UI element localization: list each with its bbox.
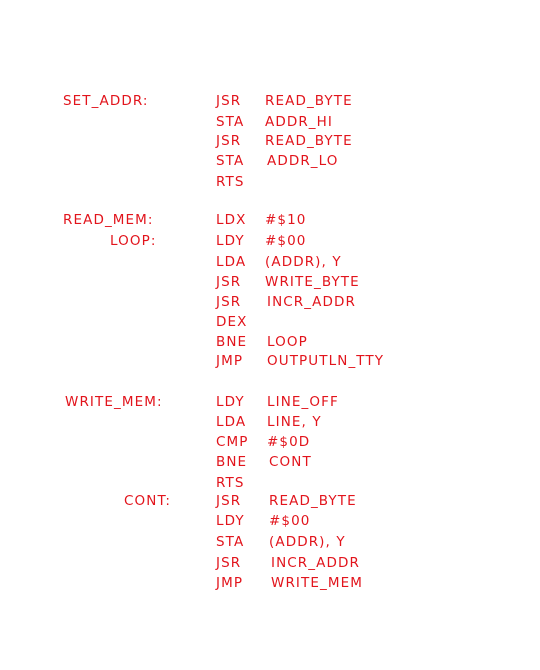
opcode: JSR bbox=[216, 493, 242, 509]
label-read-mem: READ_MEM: bbox=[63, 212, 154, 228]
operand: #$0D bbox=[267, 434, 311, 450]
operand: (ADDR), Y bbox=[269, 534, 346, 550]
label-set-addr: SET_ADDR: bbox=[63, 93, 149, 109]
operand: LOOP bbox=[267, 334, 308, 350]
operand: READ_BYTE bbox=[269, 493, 357, 509]
opcode: LDA bbox=[216, 414, 247, 430]
opcode: BNE bbox=[216, 334, 248, 350]
opcode: JSR bbox=[216, 294, 242, 310]
operand: OUTPUTLN_TTY bbox=[267, 353, 385, 369]
opcode: STA bbox=[216, 534, 245, 550]
opcode: LDY bbox=[216, 513, 245, 529]
operand: #$00 bbox=[265, 233, 307, 249]
opcode: CMP bbox=[216, 434, 249, 450]
opcode: BNE bbox=[216, 454, 248, 470]
opcode: JSR bbox=[216, 133, 242, 149]
handwritten-page: SET_ADDR: JSR READ_BYTE STA ADDR_HI JSR … bbox=[0, 0, 540, 670]
opcode: JSR bbox=[216, 555, 242, 571]
opcode: JMP bbox=[216, 575, 244, 591]
opcode: DEX bbox=[216, 314, 248, 330]
operand: CONT bbox=[269, 454, 312, 470]
operand: WRITE_BYTE bbox=[265, 274, 360, 290]
operand: #$00 bbox=[269, 513, 311, 529]
operand: #$10 bbox=[265, 212, 307, 228]
opcode: STA bbox=[216, 114, 245, 130]
opcode: JSR bbox=[216, 93, 242, 109]
opcode: RTS bbox=[216, 174, 245, 190]
opcode: LDX bbox=[216, 212, 247, 228]
opcode: RTS bbox=[216, 475, 245, 491]
operand: ADDR_LO bbox=[267, 153, 339, 169]
label-write-mem: WRITE_MEM: bbox=[65, 394, 163, 410]
operand: LINE_OFF bbox=[267, 394, 339, 410]
operand: WRITE_MEM bbox=[271, 575, 363, 591]
operand: LINE, Y bbox=[267, 414, 322, 430]
operand: (ADDR), Y bbox=[265, 254, 342, 270]
label-loop: LOOP: bbox=[110, 233, 157, 249]
opcode: LDA bbox=[216, 254, 247, 270]
opcode: STA bbox=[216, 153, 245, 169]
operand: INCR_ADDR bbox=[267, 294, 356, 310]
opcode: LDY bbox=[216, 394, 245, 410]
opcode: JMP bbox=[216, 353, 244, 369]
opcode: JSR bbox=[216, 274, 242, 290]
operand: ADDR_HI bbox=[265, 114, 333, 130]
operand: READ_BYTE bbox=[265, 93, 353, 109]
operand: INCR_ADDR bbox=[271, 555, 360, 571]
opcode: LDY bbox=[216, 233, 245, 249]
operand: READ_BYTE bbox=[265, 133, 353, 149]
label-cont: CONT: bbox=[124, 493, 171, 509]
